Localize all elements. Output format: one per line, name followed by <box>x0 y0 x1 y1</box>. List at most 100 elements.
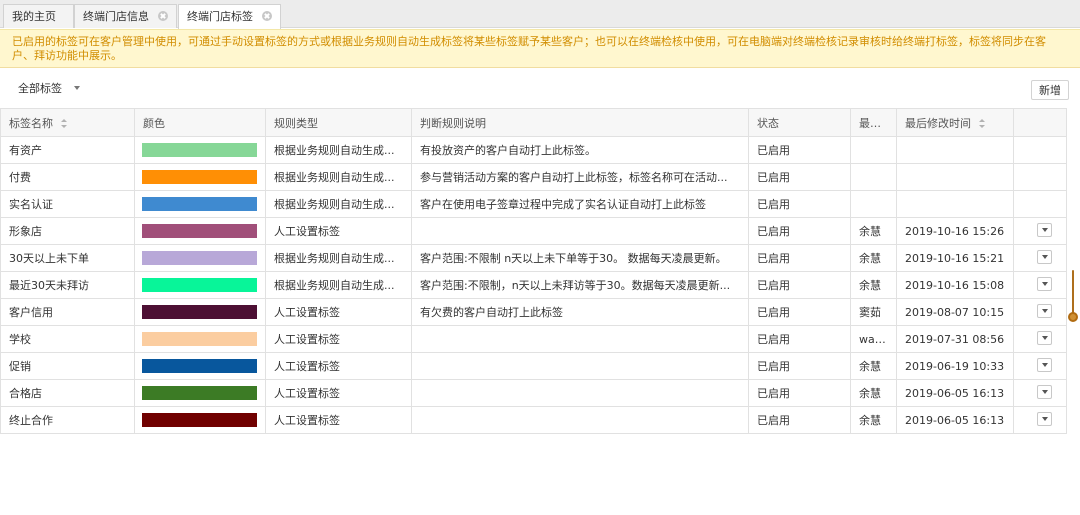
tab-store-info[interactable]: 终端门店信息 <box>74 4 177 28</box>
tab-home-label: 我的主页 <box>12 10 56 23</box>
tags-table-body: 有资产 根据业务规则自动生成... 有投放资产的客户自动打上此标签。 已启用 付费 根据业… <box>0 136 1067 434</box>
tag-color-cell <box>134 406 266 434</box>
chevron-down-icon[interactable] <box>1037 411 1052 426</box>
table-row[interactable]: 实名认证 根据业务规则自动生成... 客户在使用电子签章过程中完成了实名认证自动打上… <box>0 190 1067 218</box>
column-header-color-label: 颜色 <box>143 116 165 130</box>
last-editor: 余慧 <box>859 360 881 373</box>
tag-name-cell: 形象店 <box>0 217 135 245</box>
close-icon[interactable] <box>157 11 168 21</box>
rule-description-cell: 参与营销活动方案的客户自动打上此标签，标签名称可在活动... <box>411 163 749 191</box>
table-row[interactable]: 终止合作 人工设置标签 已启用 余慧 2019-06-05 16:13 <box>0 406 1067 434</box>
table-row[interactable]: 客户信用 人工设置标签 有欠费的客户自动打上此标签 已启用 窦茹 2019-08-07 1… <box>0 298 1067 326</box>
vertical-scrollbar[interactable] <box>1068 270 1078 326</box>
status-label: 已启用 <box>757 252 790 265</box>
tab-store-info-label: 终端门店信息 <box>83 10 149 23</box>
status-label: 已启用 <box>757 279 790 292</box>
row-actions-cell <box>1013 244 1067 272</box>
column-header-tag-name[interactable]: 标签名称 <box>0 108 135 137</box>
scrollbar-handle[interactable] <box>1068 312 1078 322</box>
row-actions-cell <box>1013 298 1067 326</box>
sort-icon[interactable] <box>60 118 68 128</box>
chevron-down-icon[interactable] <box>1037 303 1052 318</box>
modified-time-cell: 2019-06-05 16:13 <box>896 406 1014 434</box>
modified-time: 2019-06-05 16:13 <box>905 386 1005 400</box>
modified-time-cell: 2019-06-05 16:13 <box>896 379 1014 407</box>
rule-type-cell: 根据业务规则自动生成... <box>265 136 412 164</box>
modified-time-cell: 2019-10-16 15:21 <box>896 244 1014 272</box>
rule-type: 人工设置标签 <box>274 225 340 238</box>
tag-color-swatch <box>142 251 257 265</box>
sort-icon[interactable] <box>978 118 986 128</box>
last-editor: 余慧 <box>859 387 881 400</box>
notice-text: 已启用的标签可在客户管理中使用，可通过手动设置标签的方式或根据业务规则自动生成标… <box>12 35 1046 62</box>
status-cell: 已启用 <box>748 271 851 299</box>
table-row[interactable]: 30天以上未下单 根据业务规则自动生成... 客户范围:不限制 n天以上未下单等于3… <box>0 244 1067 272</box>
column-header-color: 颜色 <box>134 108 266 137</box>
last-editor-cell: 窦茹 <box>850 298 897 326</box>
rule-type: 人工设置标签 <box>274 414 340 427</box>
column-header-rule-type: 规则类型 <box>265 108 412 137</box>
column-header-tag-name-label: 标签名称 <box>9 116 53 130</box>
row-actions-cell <box>1013 136 1067 164</box>
status-label: 已启用 <box>757 414 790 427</box>
chevron-down-icon[interactable] <box>1037 276 1052 291</box>
rule-type-cell: 人工设置标签 <box>265 352 412 380</box>
tag-color-cell <box>134 325 266 353</box>
tag-name: 有资产 <box>9 144 42 157</box>
status-cell: 已启用 <box>748 406 851 434</box>
close-icon[interactable] <box>261 11 272 21</box>
rule-description-cell <box>411 406 749 434</box>
rule-type-cell: 人工设置标签 <box>265 298 412 326</box>
column-header-status: 状态 <box>748 108 851 137</box>
modified-time: 2019-07-31 08:56 <box>905 332 1005 346</box>
tag-name-cell: 30天以上未下单 <box>0 244 135 272</box>
column-header-modified-time-label: 最后修改时间 <box>905 116 971 130</box>
last-editor-cell: 余慧 <box>850 352 897 380</box>
tag-color-swatch <box>142 359 257 373</box>
column-header-status-label: 状态 <box>757 116 779 130</box>
rule-description-cell <box>411 325 749 353</box>
rule-type: 根据业务规则自动生成... <box>274 252 395 265</box>
add-tag-button[interactable]: 新增 <box>1031 80 1069 100</box>
chevron-down-icon[interactable] <box>1037 357 1052 372</box>
modified-time: 2019-06-19 10:33 <box>905 359 1005 373</box>
row-actions-cell <box>1013 379 1067 407</box>
last-editor-cell: 余慧 <box>850 271 897 299</box>
rule-type-cell: 根据业务规则自动生成... <box>265 271 412 299</box>
chevron-down-icon[interactable] <box>1037 222 1052 237</box>
rule-type-cell: 人工设置标签 <box>265 325 412 353</box>
chevron-down-icon[interactable] <box>1037 249 1052 264</box>
tag-name: 合格店 <box>9 387 42 400</box>
chevron-down-icon[interactable] <box>1037 384 1052 399</box>
tag-name-cell: 合格店 <box>0 379 135 407</box>
tag-color-cell <box>134 379 266 407</box>
rule-type-cell: 人工设置标签 <box>265 379 412 407</box>
table-row[interactable]: 合格店 人工设置标签 已启用 余慧 2019-06-05 16:13 <box>0 379 1067 407</box>
table-row[interactable]: 有资产 根据业务规则自动生成... 有投放资产的客户自动打上此标签。 已启用 <box>0 136 1067 164</box>
table-row[interactable]: 付费 根据业务规则自动生成... 参与营销活动方案的客户自动打上此标签，标签名称可在… <box>0 163 1067 191</box>
table-row[interactable]: 最近30天未拜访 根据业务规则自动生成... 客户范围:不限制，n天以上未拜访等于3… <box>0 271 1067 299</box>
chevron-down-icon[interactable] <box>1037 330 1052 345</box>
status-label: 已启用 <box>757 387 790 400</box>
rule-type-cell: 根据业务规则自动生成... <box>265 163 412 191</box>
rule-description-cell <box>411 352 749 380</box>
last-editor-cell <box>850 190 897 218</box>
tab-home[interactable]: 我的主页 <box>3 4 74 28</box>
modified-time-cell: 2019-06-19 10:33 <box>896 352 1014 380</box>
table-row[interactable]: 促销 人工设置标签 已启用 余慧 2019-06-19 10:33 <box>0 352 1067 380</box>
tag-color-swatch <box>142 224 257 238</box>
table-row[interactable]: 学校 人工设置标签 已启用 wai... 2019-07-31 08:56 <box>0 325 1067 353</box>
tag-color-swatch <box>142 305 257 319</box>
row-actions-cell <box>1013 271 1067 299</box>
status-label: 已启用 <box>757 360 790 373</box>
table-row[interactable]: 形象店 人工设置标签 已启用 余慧 2019-10-16 15:26 <box>0 217 1067 245</box>
rule-description: 参与营销活动方案的客户自动打上此标签，标签名称可在活动... <box>420 171 728 184</box>
tag-name: 付费 <box>9 171 31 184</box>
tag-filter-dropdown[interactable]: 全部标签 <box>18 81 80 97</box>
last-editor-cell: wai... <box>850 325 897 353</box>
tab-store-tags[interactable]: 终端门店标签 <box>178 4 281 29</box>
status-cell: 已启用 <box>748 352 851 380</box>
column-header-modified-time[interactable]: 最后修改时间 <box>896 108 1014 137</box>
modified-time-cell <box>896 163 1014 191</box>
status-label: 已启用 <box>757 171 790 184</box>
